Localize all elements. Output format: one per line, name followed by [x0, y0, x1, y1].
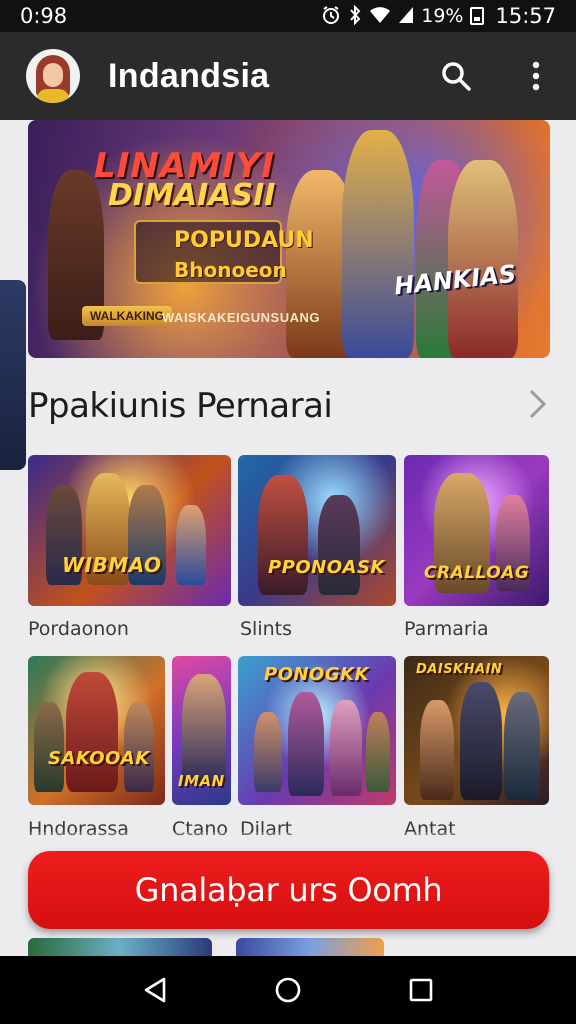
status-icons: 19% 15:57 — [321, 4, 556, 28]
avatar[interactable] — [26, 49, 80, 103]
hero-character — [342, 130, 414, 358]
hero-pill: WALKAKING — [82, 306, 172, 326]
hero-line-1: POPUDAUN — [174, 228, 314, 253]
more-vert-icon[interactable] — [518, 58, 554, 94]
game-card[interactable]: CRALLOAG — [404, 455, 549, 606]
system-nav-bar — [0, 956, 576, 1024]
content: LINAMIYI DIMAIASII POPUDAUN Bhonoeon WAL… — [0, 120, 576, 956]
search-icon[interactable] — [438, 58, 474, 94]
game-logo: DAISKHAIN — [416, 662, 503, 677]
game-card[interactable]: PPONOASK — [238, 455, 396, 606]
hero-banner[interactable]: LINAMIYI DIMAIASII POPUDAUN Bhonoeon WAL… — [28, 120, 550, 358]
game-card[interactable]: DAISKHAIN — [404, 656, 549, 805]
home-icon[interactable] — [266, 968, 310, 1012]
game-title: Parmaria — [404, 618, 489, 640]
game-card-peek[interactable] — [236, 938, 384, 956]
wifi-icon — [369, 6, 391, 27]
section-title: Ppakiunis Pernarai — [28, 386, 333, 426]
game-card[interactable]: SAKOOAK — [28, 656, 165, 805]
back-icon[interactable] — [133, 968, 177, 1012]
game-logo: PONOGKK — [264, 664, 370, 685]
recents-icon[interactable] — [399, 968, 443, 1012]
app-bar: Indandsia — [0, 32, 576, 120]
game-title: Slints — [240, 618, 293, 640]
hero-character — [448, 160, 518, 358]
alarm-icon — [321, 5, 341, 28]
hero-line-2: Bhonoeon — [174, 258, 287, 282]
cta-button[interactable]: Gnalaḅar urs Oomh — [28, 851, 549, 929]
signal-icon — [398, 6, 414, 27]
game-logo: WIBMAO — [62, 553, 162, 577]
game-card-peek[interactable] — [28, 938, 212, 956]
chevron-right-icon[interactable] — [528, 389, 548, 424]
hero-subtitle: DIMAIASII — [108, 178, 276, 213]
game-card[interactable]: IMAN — [172, 656, 231, 805]
game-logo: SAKOOAK — [48, 748, 150, 769]
status-bar: 0:98 19% 15:57 — [0, 0, 576, 32]
battery-icon — [470, 7, 485, 25]
app-actions — [438, 58, 554, 94]
status-clock: 15:57 — [495, 4, 556, 28]
battery-percent: 19% — [421, 5, 464, 27]
hero-carousel-prev[interactable] — [0, 280, 26, 470]
game-logo: CRALLOAG — [424, 563, 530, 583]
section-header[interactable]: Ppakiunis Pernarai — [28, 382, 550, 430]
bluetooth-icon — [348, 4, 362, 28]
status-time: 0:98 — [20, 4, 68, 28]
hero-caption: WAISKAKEIGUNSUANG — [162, 310, 321, 325]
game-logo: PPONOASK — [268, 557, 385, 578]
game-logo: IMAN — [178, 772, 225, 790]
game-title: Pordaonon — [28, 618, 129, 640]
game-card[interactable]: PONOGKK — [238, 656, 396, 805]
game-card[interactable]: WIBMAO — [28, 455, 231, 606]
app-title: Indandsia — [108, 56, 270, 95]
